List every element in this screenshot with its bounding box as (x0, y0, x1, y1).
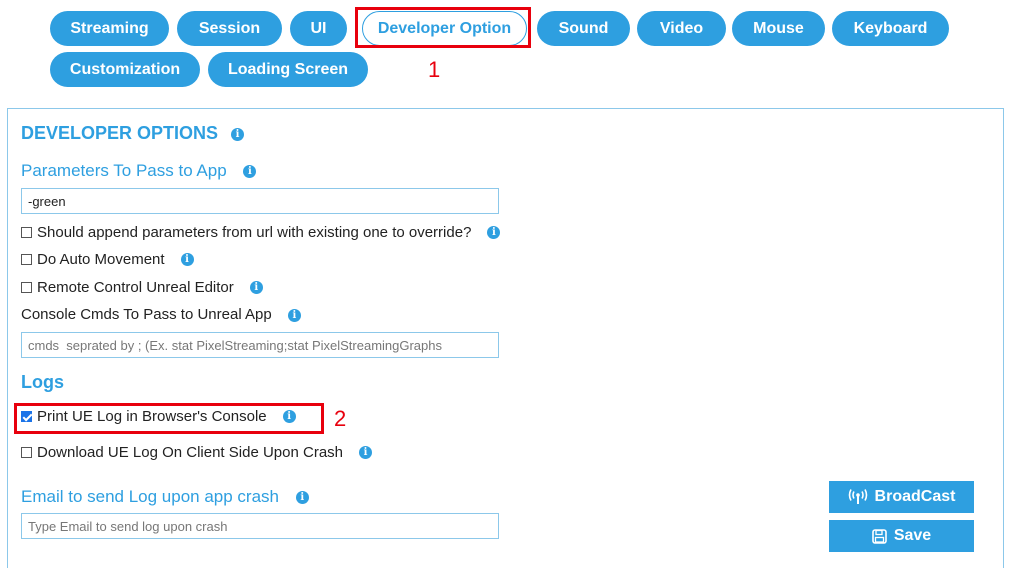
email-label-row: Email to send Log upon app crash i (21, 487, 309, 507)
save-button[interactable]: Save (829, 520, 974, 552)
remote-control-label: Remote Control Unreal Editor (37, 279, 234, 296)
annotation-number-1: 1 (428, 57, 441, 82)
remote-control-checkbox[interactable] (21, 282, 32, 293)
tab-loading-screen[interactable]: Loading Screen (208, 52, 368, 87)
tab-sound[interactable]: Sound (537, 11, 630, 46)
download-log-checkbox-row[interactable]: Download UE Log On Client Side Upon Cras… (21, 444, 372, 461)
remote-control-checkbox-row[interactable]: Remote Control Unreal Editor i (21, 279, 263, 296)
info-icon[interactable]: i (359, 446, 372, 459)
info-icon[interactable]: i (282, 410, 296, 423)
tab-customization[interactable]: Customization (50, 52, 200, 87)
tab-developer-option[interactable]: Developer Option (362, 11, 527, 46)
info-icon[interactable]: i (287, 308, 301, 322)
console-cmds-label: Console Cmds To Pass to Unreal App (21, 306, 272, 323)
download-log-checkbox[interactable] (21, 447, 32, 458)
broadcast-icon (848, 489, 868, 505)
auto-movement-checkbox[interactable] (21, 254, 32, 265)
broadcast-label: BroadCast (874, 488, 956, 505)
save-label: Save (893, 527, 932, 544)
info-icon[interactable]: i (295, 491, 309, 505)
print-log-checkbox-row[interactable]: Print UE Log in Browser's Console i (21, 408, 296, 425)
developer-options-heading: DEVELOPER OPTIONS i (21, 123, 245, 144)
append-params-checkbox-row[interactable]: Should append parameters from url with e… (21, 224, 501, 241)
info-icon[interactable]: i (487, 226, 501, 239)
logs-heading: Logs (21, 372, 64, 392)
console-cmds-input[interactable] (21, 332, 499, 358)
tab-ui[interactable]: UI (290, 11, 347, 46)
params-input[interactable] (21, 188, 499, 214)
info-icon[interactable]: i (249, 281, 263, 294)
email-input[interactable] (21, 513, 499, 539)
auto-movement-checkbox-row[interactable]: Do Auto Movement i (21, 251, 194, 268)
tab-session[interactable]: Session (177, 11, 282, 46)
print-log-checkbox[interactable] (21, 411, 32, 422)
info-icon[interactable]: i (180, 253, 194, 266)
append-params-checkbox[interactable] (21, 227, 32, 238)
print-log-label: Print UE Log in Browser's Console (37, 408, 267, 425)
info-icon[interactable]: i (231, 127, 245, 141)
developer-options-title: DEVELOPER OPTIONS (21, 123, 219, 143)
tab-video[interactable]: Video (637, 11, 726, 46)
params-label: Parameters To Pass to App (21, 161, 227, 180)
floppy-icon (872, 528, 887, 544)
params-label-row: Parameters To Pass to App i (21, 161, 257, 181)
download-log-label: Download UE Log On Client Side Upon Cras… (37, 444, 343, 461)
broadcast-button[interactable]: BroadCast (829, 481, 974, 513)
email-label: Email to send Log upon app crash (21, 487, 280, 506)
append-params-label: Should append parameters from url with e… (37, 224, 472, 241)
auto-movement-label: Do Auto Movement (37, 251, 165, 268)
console-cmds-label-row: Console Cmds To Pass to Unreal App i (21, 306, 301, 323)
info-icon[interactable]: i (243, 165, 257, 179)
tab-keyboard[interactable]: Keyboard (832, 11, 949, 46)
annotation-number-2: 2 (334, 406, 347, 431)
tab-mouse[interactable]: Mouse (732, 11, 825, 46)
tab-streaming[interactable]: Streaming (50, 11, 169, 46)
